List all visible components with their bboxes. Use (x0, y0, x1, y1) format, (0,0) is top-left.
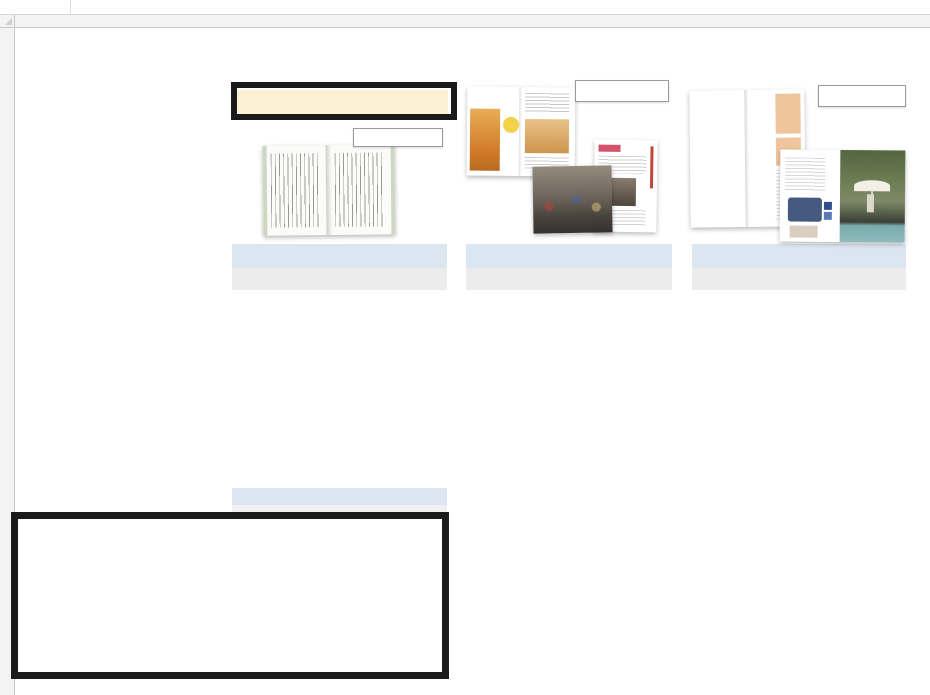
annotation-box-a (231, 82, 457, 120)
other-estimate-band (232, 488, 447, 505)
sample-image-crowd-photo (532, 165, 612, 233)
formula-bar-divider (70, 0, 71, 14)
select-all-corner[interactable] (0, 14, 15, 28)
vertical-headline (650, 146, 654, 188)
spreadsheet-app (0, 0, 930, 695)
fabric-swatch (824, 202, 832, 210)
column-header-strip[interactable] (0, 14, 930, 28)
title-merged-cell (15, 28, 231, 89)
catalog-text-block (785, 157, 825, 191)
lemon-photo (503, 117, 519, 133)
magazine-fold (519, 87, 523, 176)
book-left-page-text (271, 153, 322, 228)
summary-band-a (232, 244, 447, 268)
cake-photo (470, 109, 501, 171)
catalog-fold (744, 90, 749, 227)
layout-label-c (818, 85, 906, 107)
sample-image-magazine-food (467, 87, 576, 177)
person (867, 194, 874, 212)
model-photo (610, 178, 636, 206)
bread-photo (525, 119, 569, 153)
min-band-b (466, 268, 672, 290)
catalog-orange-panel (775, 93, 800, 133)
magazine-text-block (525, 93, 569, 113)
summary-band-c (692, 244, 906, 268)
book-edge (263, 146, 268, 236)
min-band-c (692, 268, 906, 290)
summary-band-b (466, 244, 672, 268)
layout-label-a (353, 128, 443, 147)
min-band-a (232, 268, 447, 290)
poolside-photo (840, 150, 906, 243)
pants-photo (790, 226, 818, 238)
magazine-headline-block (598, 145, 620, 152)
annotation-box-b (11, 512, 449, 679)
sample-image-catalog-fashion (780, 149, 906, 242)
book-fold (326, 145, 333, 235)
layout-label-b (575, 80, 669, 102)
sample-image-book-a (263, 144, 396, 235)
denim-shirt-photo (788, 198, 822, 222)
formula-bar (0, 0, 930, 15)
fabric-swatch (824, 212, 832, 220)
book-right-page-text (335, 152, 386, 227)
